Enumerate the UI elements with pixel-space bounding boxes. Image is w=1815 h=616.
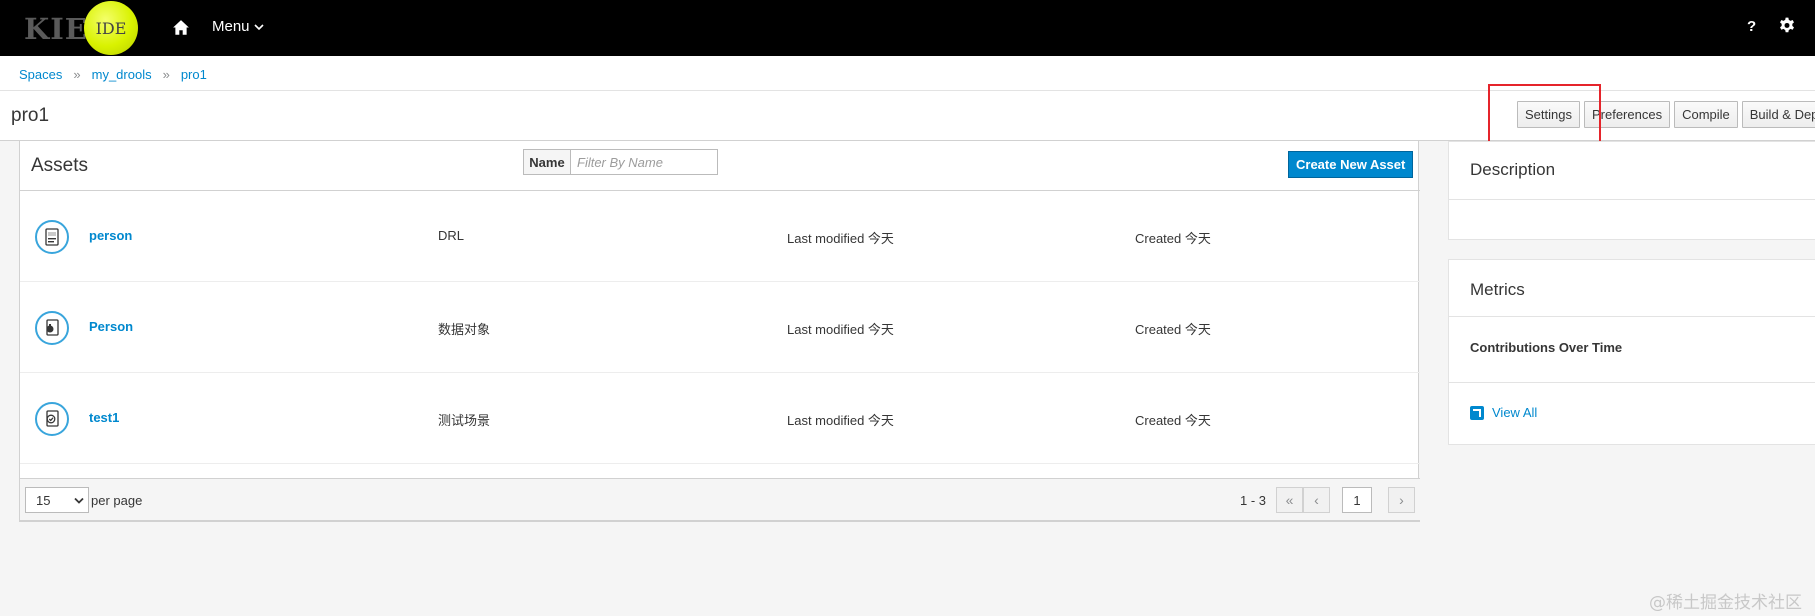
chevron-down-icon	[74, 497, 84, 504]
per-page-select[interactable]: 15	[25, 487, 89, 513]
pager-range: 1 - 3	[1240, 493, 1267, 508]
view-all-link[interactable]: View All	[1449, 383, 1815, 445]
build-deploy-button[interactable]: Build & Deploy	[1741, 101, 1815, 128]
top-navbar: KIE IDE Menu ?	[0, 0, 1815, 56]
per-page-label: per page	[91, 493, 143, 508]
asset-name-link[interactable]: Person	[89, 319, 133, 334]
settings-highlight-box	[1488, 84, 1601, 148]
assets-title: Assets	[31, 155, 89, 176]
kie-logo[interactable]: KIE	[24, 12, 88, 46]
contributions-over-time-label: Contributions Over Time	[1449, 317, 1815, 383]
asset-row[interactable]: Person 数据对象 Last modified 今天 Created 今天	[20, 282, 1420, 373]
test-scenario-icon	[35, 402, 69, 436]
page-title: pro1	[11, 105, 50, 126]
breadcrumb-project[interactable]: pro1	[181, 67, 207, 82]
filter-by-name-input[interactable]	[571, 149, 718, 175]
gear-icon[interactable]	[1778, 17, 1796, 35]
asset-last-modified: Last modified 今天	[787, 322, 894, 337]
breadcrumb-spaces[interactable]: Spaces	[19, 67, 62, 82]
asset-name-link[interactable]: test1	[89, 410, 119, 425]
prev-page-icon[interactable]: ‹	[1303, 487, 1330, 513]
metrics-card: Metrics Contributions Over Time View All	[1448, 259, 1815, 445]
metrics-title: Metrics	[1449, 260, 1815, 317]
data-object-icon	[35, 311, 69, 345]
pagination-bar: 15 per page 1 - 3 « ‹ 1 ›	[20, 478, 1420, 522]
create-new-asset-button[interactable]: Create New Asset	[1288, 151, 1414, 178]
ide-logo-text: IDE	[95, 18, 127, 38]
asset-last-modified: Last modified 今天	[787, 413, 894, 428]
breadcrumb-space[interactable]: my_drools	[92, 67, 152, 82]
assets-panel: Assets Name Create New Asset person DRL …	[19, 141, 1420, 522]
compile-button[interactable]: Compile	[1674, 101, 1738, 128]
asset-name-link[interactable]: person	[89, 228, 132, 243]
name-filter: Name	[523, 149, 718, 175]
watermark: @稀土掘金技术社区	[1649, 593, 1802, 613]
description-card: Description	[1448, 141, 1815, 240]
first-page-icon[interactable]: «	[1276, 487, 1303, 513]
ide-logo[interactable]: IDE	[84, 1, 138, 55]
asset-row[interactable]: person DRL Last modified 今天 Created 今天	[20, 191, 1420, 282]
menu-label: Menu	[212, 18, 250, 35]
breadcrumb-separator: »	[162, 67, 170, 82]
breadcrumb-separator: »	[73, 67, 81, 82]
assets-header: Assets Name Create New Asset	[20, 141, 1420, 191]
asset-row[interactable]: test1 测试场景 Last modified 今天 Created 今天	[20, 373, 1420, 464]
next-page-icon[interactable]: ›	[1388, 487, 1415, 513]
external-link-icon	[1470, 406, 1484, 420]
filter-label: Name	[523, 149, 571, 175]
help-icon[interactable]: ?	[1747, 18, 1756, 35]
asset-type: 数据对象	[438, 322, 491, 337]
menu-dropdown[interactable]: Menu	[212, 18, 264, 35]
view-all-label: View All	[1492, 405, 1538, 420]
per-page-value: 15	[36, 492, 51, 508]
chevron-down-icon	[253, 23, 264, 30]
current-page-input[interactable]: 1	[1342, 487, 1372, 513]
asset-created: Created 今天	[1135, 231, 1211, 246]
asset-created: Created 今天	[1135, 322, 1211, 337]
asset-type: DRL	[438, 228, 465, 243]
home-icon[interactable]	[172, 19, 190, 37]
description-title: Description	[1449, 142, 1815, 200]
drl-file-icon	[35, 220, 69, 254]
asset-type: 测试场景	[438, 413, 491, 428]
asset-created: Created 今天	[1135, 413, 1211, 428]
asset-last-modified: Last modified 今天	[787, 231, 894, 246]
